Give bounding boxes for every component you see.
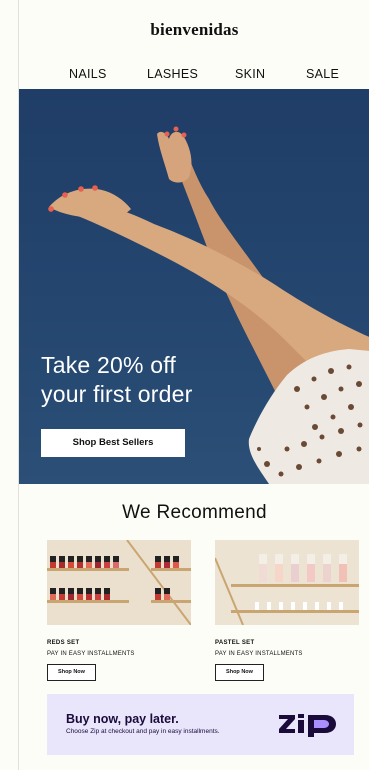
brand-logo[interactable]: bienvenidas [19, 20, 369, 40]
product-sub-pastel: PAY IN EASY INSTALLMENTS [215, 651, 303, 657]
shop-now-button-pastel[interactable]: Shop Now [215, 664, 264, 681]
nav-item-skin[interactable]: SKIN [235, 67, 265, 81]
hero-title-line-1: Take 20% off [41, 352, 176, 378]
shop-best-sellers-button[interactable]: Shop Best Sellers [41, 429, 185, 457]
hero-title-line-2: your first order [41, 381, 193, 407]
recommend-heading: We Recommend [122, 502, 267, 523]
nav-item-lashes[interactable]: LASHES [147, 67, 198, 81]
main-nav: NAILS LASHES SKIN SALE [19, 67, 369, 83]
shop-now-button-reds[interactable]: Shop Now [47, 664, 96, 681]
hero-image [48, 126, 369, 484]
hero-title: Take 20% off your first order [41, 351, 192, 409]
hero-banner[interactable]: Take 20% off your first order Shop Best … [19, 89, 369, 484]
product-card-reds: REDS SET PAY IN EASY INSTALLMENTS Shop N… [47, 540, 191, 681]
zip-subtitle: Choose Zip at checkout and pay in easy i… [66, 728, 220, 735]
product-card-pastel: PASTEL SET PAY IN EASY INSTALLMENTS Shop… [215, 540, 359, 681]
nav-item-nails[interactable]: NAILS [69, 67, 107, 81]
email-frame: bienvenidas NAILS LASHES SKIN SALE Take … [18, 0, 369, 770]
zip-banner[interactable]: Buy now, pay later. Choose Zip at checko… [47, 694, 354, 755]
product-name-reds: REDS SET [47, 640, 80, 646]
nav-item-sale[interactable]: SALE [306, 67, 339, 81]
zip-title: Buy now, pay later. [66, 712, 179, 726]
product-sub-reds: PAY IN EASY INSTALLMENTS [47, 651, 135, 657]
product-image-reds[interactable] [47, 540, 191, 625]
product-name-pastel: PASTEL SET [215, 640, 255, 646]
zip-logo-icon [279, 714, 336, 737]
product-image-pastel[interactable] [215, 540, 359, 625]
